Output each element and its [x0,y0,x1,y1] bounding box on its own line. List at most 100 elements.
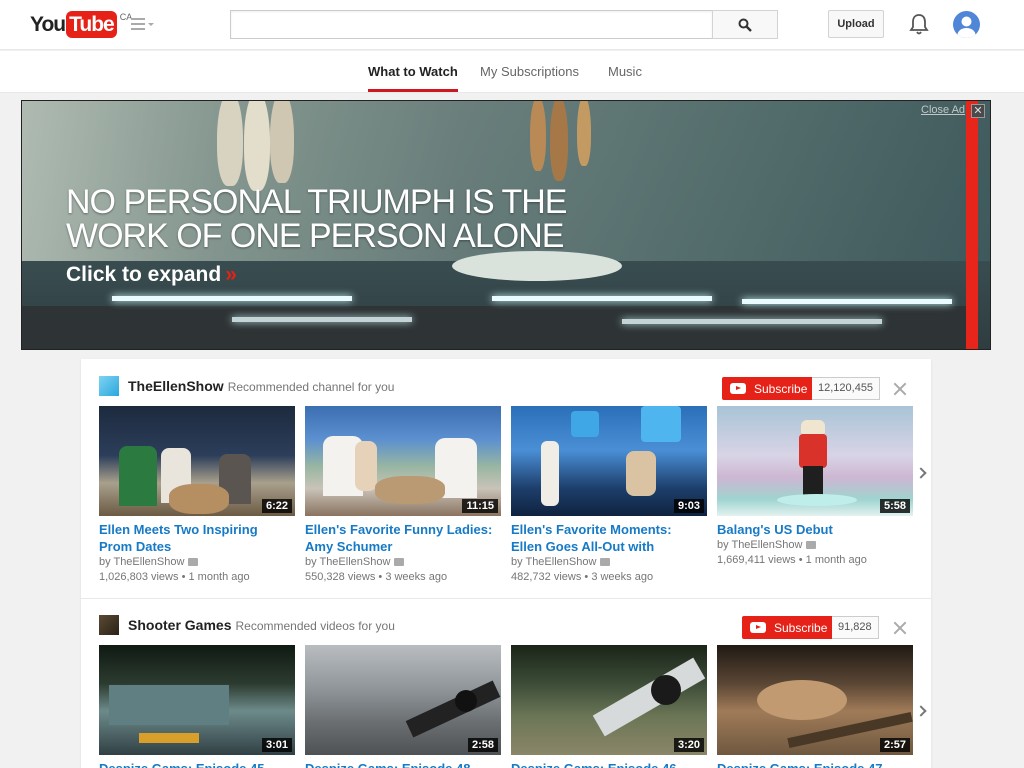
shelf-title[interactable]: Shooter Games Recommended videos for you [128,617,395,633]
shelf-title[interactable]: TheEllenShow Recommended channel for you [128,378,394,394]
verified-icon [806,541,817,550]
video-duration: 11:15 [462,499,498,513]
account-avatar[interactable] [953,11,980,38]
notifications-bell-icon[interactable] [908,12,930,36]
video-channel[interactable]: by TheEllenShow [717,539,817,551]
video-channel-text: by TheEllenShow [717,539,803,551]
tab-my-subscriptions[interactable]: My Subscriptions [480,51,579,93]
video-duration: 3:01 [261,738,292,752]
video-title[interactable]: Balang's US Debut [717,521,907,538]
feed-tabs: What to Watch My Subscriptions Music [0,51,1024,93]
video-card: 3:20 Despize Gams: Episode 46 - By [511,645,707,768]
video-duration: 5:58 [879,499,910,513]
upload-button[interactable]: Upload [828,10,884,38]
video-thumbnail[interactable]: 3:01 [99,645,295,755]
video-age: 1 month ago [188,571,250,583]
video-age: 3 weeks ago [591,571,654,583]
shelf-next-arrow-icon[interactable] [917,705,925,717]
video-thumbnail[interactable]: 11:15 [305,406,501,516]
verified-icon [600,558,611,567]
video-card: 2:58 Despize Gams: Episode 48 - By [305,645,501,768]
video-thumbnail[interactable]: 6:22 [99,406,295,516]
double-chevron-right-icon: » [225,263,237,286]
meta-separator: • [181,571,186,583]
video-title[interactable]: Despize Gams: Episode 48 - By [305,760,495,768]
video-thumbnail[interactable]: 5:58 [717,406,913,516]
video-meta: 482,732 views • 3 weeks ago [511,571,653,583]
video-card: 2:57 Despize Gams: Episode 47 - By [717,645,913,768]
video-age: 1 month ago [805,554,867,566]
video-duration: 6:22 [261,499,292,513]
masthead: You Tube CA Upload [0,0,1024,50]
search-button[interactable] [712,10,778,39]
video-duration: 2:57 [879,738,910,752]
video-channel[interactable]: by TheEllenShow [99,556,199,568]
video-title[interactable]: Ellen's Favorite Funny Ladies: Amy Schum… [305,521,495,555]
caret-down-icon [148,23,154,26]
hamburger-icon [131,18,145,30]
dismiss-shelf-icon[interactable] [893,621,907,635]
dismiss-shelf-icon[interactable] [893,382,907,396]
search-input[interactable] [230,10,712,39]
youtube-play-icon [750,622,766,633]
video-meta: 1,669,411 views • 1 month ago [717,554,867,566]
video-age: 3 weeks ago [385,571,448,583]
video-channel-text: by TheEllenShow [511,556,597,568]
video-duration: 9:03 [673,499,704,513]
channel-avatar[interactable] [99,376,119,396]
subscriber-count: 91,828 [832,616,879,639]
banner-headline-line2: WORK OF ONE PERSON ALONE [66,217,564,255]
youtube-logo[interactable]: You Tube CA [30,11,132,38]
video-card: 5:58 Balang's US Debut by TheEllenShow 1… [717,406,913,591]
video-views: 482,732 views [511,571,582,583]
close-ad-link[interactable]: Close Ad [921,104,965,116]
video-views: 1,026,803 views [99,571,179,583]
user-icon [957,16,976,38]
tab-what-to-watch[interactable]: What to Watch [368,51,458,93]
video-title[interactable]: Despize Gams: Episode 45 - By [99,760,289,768]
shelf-next-arrow-icon[interactable] [917,467,925,479]
meta-separator: • [378,571,383,583]
subscribe-button[interactable]: Subscribe [742,616,836,639]
video-thumbnail[interactable]: 3:20 [511,645,707,755]
video-views: 550,328 views [305,571,376,583]
video-thumbnail[interactable]: 2:57 [717,645,913,755]
shelf-ellenshow: TheEllenShow Recommended channel for you … [81,359,931,598]
video-channel[interactable]: by TheEllenShow [305,556,405,568]
video-channel-text: by TheEllenShow [305,556,391,568]
video-title[interactable]: Ellen's Favorite Moments: Ellen Goes All… [511,521,701,555]
shelf-subtitle: Recommended videos for you [235,619,395,633]
guide-menu-button[interactable] [131,18,157,32]
feed-panel: TheEllenShow Recommended channel for you … [81,359,931,768]
logo-tube-text: Tube [66,11,117,38]
video-thumbnail[interactable]: 2:58 [305,645,501,755]
tab-music[interactable]: Music [608,51,642,93]
close-ad-icon[interactable]: ✕ [971,104,985,118]
verified-icon [188,558,199,567]
subscribe-label: Subscribe [774,620,828,635]
subscribe-button[interactable]: Subscribe [722,377,816,400]
banner-expand-cta[interactable]: Click to expand» [66,263,237,287]
video-thumbnail[interactable]: 9:03 [511,406,707,516]
verified-icon [394,558,405,567]
meta-separator: • [584,571,589,583]
video-title[interactable]: Ellen Meets Two Inspiring Prom Dates [99,521,289,555]
meta-separator: • [798,554,803,566]
video-meta: 1,026,803 views • 1 month ago [99,571,250,583]
banner-headline-line1: NO PERSONAL TRIUMPH IS THE [66,183,567,221]
video-card: 3:01 Despize Gams: Episode 45 - By [99,645,295,768]
banner-accent-strip [966,101,978,349]
video-title[interactable]: Despize Gams: Episode 46 - By [511,760,701,768]
video-channel[interactable]: by TheEllenShow [511,556,611,568]
channel-name: TheEllenShow [128,378,224,394]
banner-ad[interactable]: NO PERSONAL TRIUMPH IS THE WORK OF ONE P… [21,100,991,350]
channel-name: Shooter Games [128,617,232,633]
channel-avatar[interactable] [99,615,119,635]
banner-headline: NO PERSONAL TRIUMPH IS THE WORK OF ONE P… [66,183,567,255]
video-duration: 2:58 [467,738,498,752]
video-meta: 550,328 views • 3 weeks ago [305,571,447,583]
video-views: 1,669,411 views [717,554,796,566]
video-card: 6:22 Ellen Meets Two Inspiring Prom Date… [99,406,295,591]
video-title[interactable]: Despize Gams: Episode 47 - By [717,760,907,768]
logo-you-text: You [30,13,66,36]
